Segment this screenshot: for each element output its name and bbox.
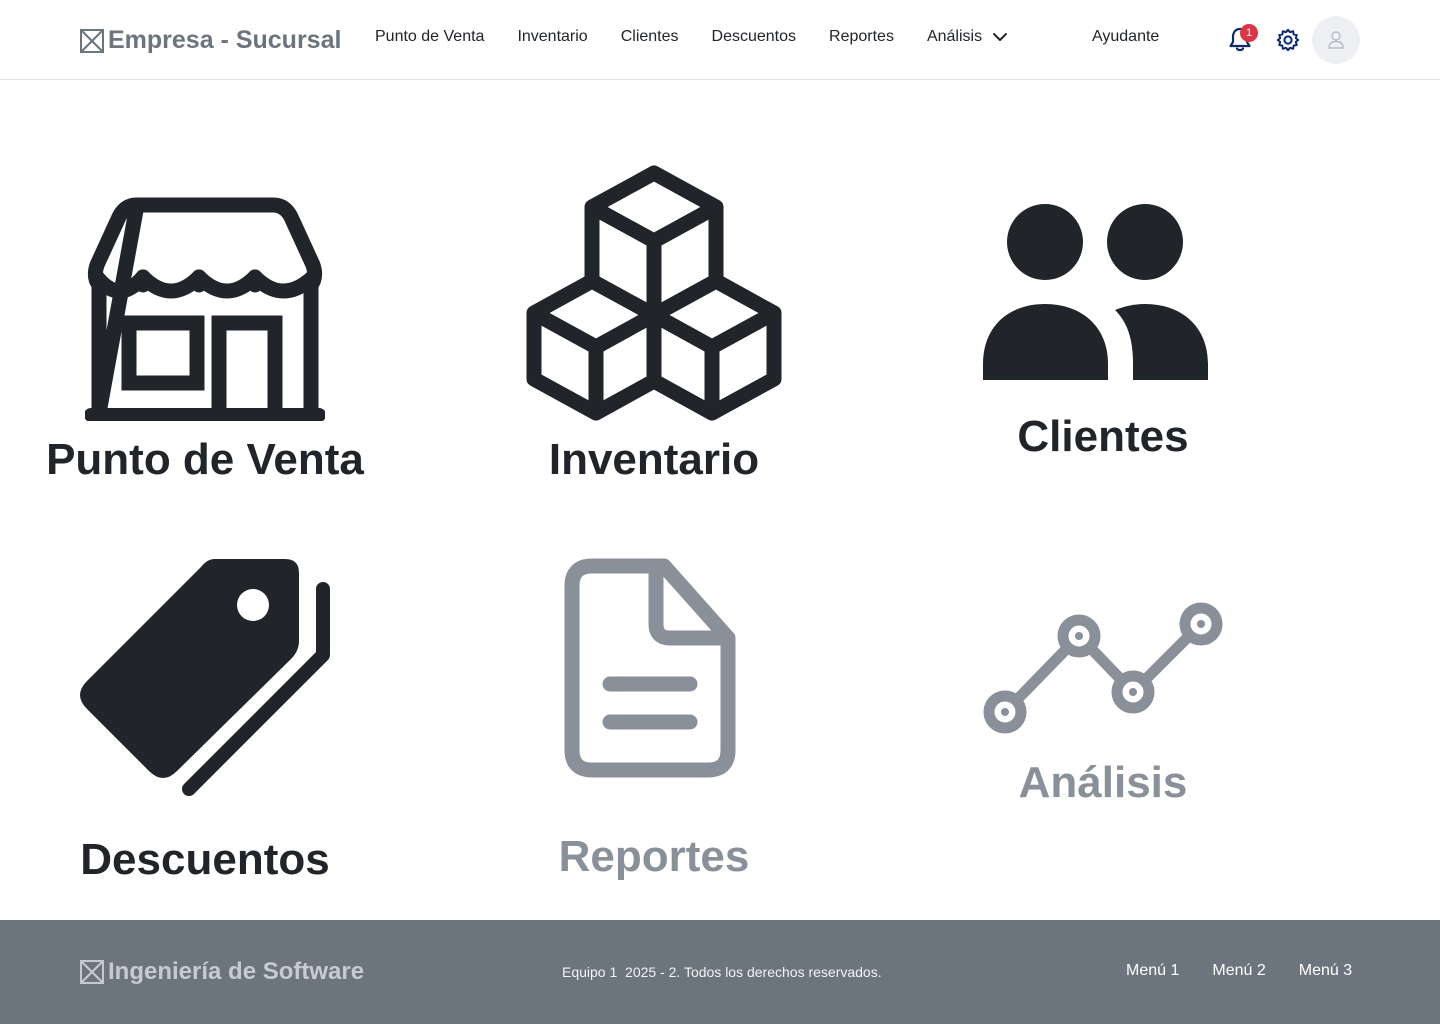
tile-clientes[interactable]: Clientes xyxy=(903,198,1303,462)
footer-menu-3[interactable]: Menú 3 xyxy=(1299,962,1352,980)
tile-inventario[interactable]: Inventario xyxy=(454,165,854,485)
footer-menu-1[interactable]: Menú 1 xyxy=(1126,962,1179,980)
store-icon xyxy=(85,197,325,421)
nav-inventario[interactable]: Inventario xyxy=(517,28,587,46)
footer: Ingeniería de Software Equipo 1 2025 - 2… xyxy=(0,920,1440,1024)
footer-copyright: Equipo 1 2025 - 2. Todos los derechos re… xyxy=(562,964,882,980)
brand-link[interactable]: Empresa - Sucursal xyxy=(80,26,341,55)
chevron-down-icon xyxy=(993,33,1008,41)
tile-reportes[interactable]: Reportes xyxy=(454,558,854,882)
boxes-icon xyxy=(526,165,782,421)
footer-menu: Menú 1 Menú 2 Menú 3 xyxy=(1126,962,1385,980)
gear-icon[interactable] xyxy=(1276,28,1300,52)
document-icon xyxy=(564,558,736,778)
main-nav: Punto de Venta Inventario Clientes Descu… xyxy=(375,28,1041,46)
tile-label: Punto de Venta xyxy=(46,435,364,484)
top-navbar: Empresa - Sucursal Punto de Venta Invent… xyxy=(0,0,1440,80)
nav-analisis-label: Análisis xyxy=(926,28,983,45)
helper-link[interactable]: Ayudante xyxy=(1092,28,1159,46)
line-graph-icon xyxy=(983,602,1223,734)
tile-label: Descuentos xyxy=(80,835,330,884)
nav-punto-de-venta[interactable]: Punto de Venta xyxy=(375,28,484,46)
tile-punto-de-venta[interactable]: Punto de Venta xyxy=(5,165,405,485)
image-placeholder-icon xyxy=(80,960,104,984)
footer-brand[interactable]: Ingeniería de Software xyxy=(80,958,364,986)
nav-clientes[interactable]: Clientes xyxy=(621,28,679,46)
notification-badge: 1 xyxy=(1240,24,1258,42)
brand-title: Empresa - Sucursal xyxy=(108,26,342,54)
user-icon xyxy=(1328,31,1344,49)
user-avatar[interactable] xyxy=(1312,16,1360,64)
nav-analisis-dropdown[interactable]: Análisis xyxy=(927,28,1008,46)
tile-label: Análisis xyxy=(1018,758,1188,807)
image-placeholder-icon xyxy=(80,28,104,53)
tile-analisis[interactable]: Análisis xyxy=(903,600,1303,808)
tile-label: Clientes xyxy=(1017,412,1189,461)
nav-descuentos[interactable]: Descuentos xyxy=(712,28,797,46)
nav-reportes[interactable]: Reportes xyxy=(829,28,894,46)
footer-brand-title: Ingeniería de Software xyxy=(108,958,365,985)
tile-label: Reportes xyxy=(558,832,750,881)
people-icon xyxy=(983,204,1208,380)
tags-icon xyxy=(80,559,330,796)
tile-descuentos[interactable]: Descuentos xyxy=(5,555,405,885)
tile-label: Inventario xyxy=(548,435,760,484)
footer-menu-2[interactable]: Menú 2 xyxy=(1212,962,1265,980)
